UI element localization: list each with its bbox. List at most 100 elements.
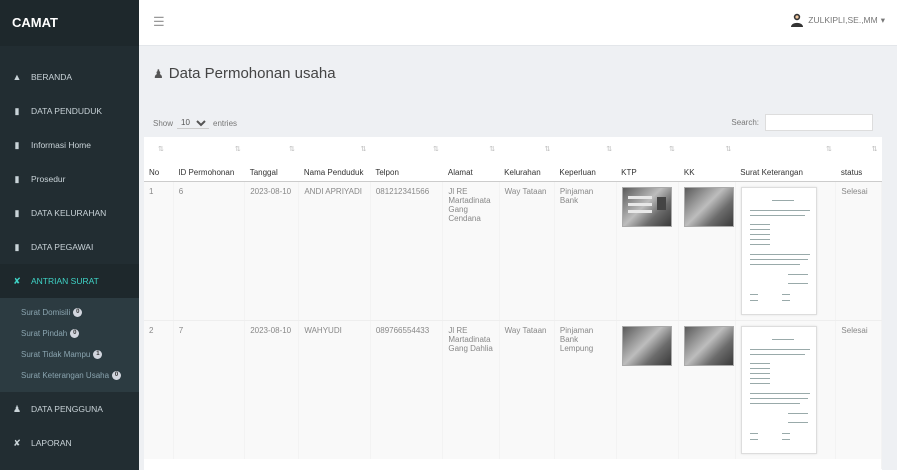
sidebar-item-laporan[interactable]: ✘ LAPORAN: [0, 426, 139, 460]
data-table: No ⇅ ID Permohonan ⇅ Tanggal ⇅ Nama Pendudu…: [144, 137, 882, 469]
cell-surat-keterangan: [735, 320, 837, 459]
cell-telpon: 081212341566: [370, 181, 444, 321]
cell-nama: WAHYUDI: [298, 320, 371, 459]
submenu-surat-domisili[interactable]: Surat Domisili 0: [0, 302, 139, 323]
sort-icon: ⇅: [158, 146, 164, 153]
ktp-image[interactable]: [621, 186, 672, 227]
brand-logo[interactable]: CAMAT: [0, 0, 139, 46]
sidebar-item-label: DATA PENGGUNA: [31, 404, 103, 414]
file-icon: ▮: [14, 139, 20, 150]
sidebar-item-data-kelurahan[interactable]: ▮ DATA KELURAHAN: [0, 196, 139, 230]
show-label: Show: [153, 118, 174, 128]
count-badge: 0: [73, 308, 83, 317]
sidebar-item-beranda[interactable]: ▲ BERANDA: [0, 60, 139, 94]
sidebar-item-data-pegawai[interactable]: ▮ DATA PEGAWAI: [0, 230, 139, 264]
sort-icon: ⇅: [489, 146, 496, 153]
cell-status: Selesai: [835, 181, 882, 321]
page-title: ♟ Data Permohonan usaha: [153, 65, 336, 82]
sort-icon: ⇅: [725, 146, 732, 153]
file-icon: ▮: [14, 173, 20, 184]
submenu-surat-pindah[interactable]: Surat Pindah 0: [0, 323, 139, 344]
sort-icon: ⇅: [826, 146, 832, 153]
sidebar-item-label: BERANDA: [31, 72, 73, 82]
table-row: 1 6 2023-08-10 ANDI APRIYADI 08121234156…: [144, 181, 882, 321]
page-title-text: Data Permohonan usaha: [168, 65, 336, 82]
search-label: Search:: [731, 118, 759, 127]
tools-icon: ✘: [13, 437, 21, 448]
sidebar-item-label: DATA PEGAWAI: [31, 242, 94, 252]
cell-ktp: [616, 181, 680, 321]
sort-icon: ⇅: [871, 146, 878, 153]
cell-telpon: 089766554433: [370, 320, 444, 459]
column-label: KK: [683, 167, 695, 177]
sort-icon: ⇅: [544, 146, 551, 153]
kk-image[interactable]: [684, 325, 735, 366]
cell-alamat: Jl RE Martadinata Gang Cendana: [442, 181, 500, 321]
surat-keterangan-image[interactable]: [740, 186, 817, 315]
table-container: No ⇅ ID Permohonan ⇅ Tanggal ⇅ Nama Pendudu…: [144, 137, 882, 470]
column-header-nama[interactable]: Nama Penduduk ⇅: [298, 137, 371, 182]
sidebar-item-antrian-surat[interactable]: ✘ ANTRIAN SURAT: [0, 264, 139, 298]
cell-kelurahan: Way Tataan: [499, 320, 555, 459]
ktp-image[interactable]: [621, 325, 672, 366]
cell-kelurahan: Way Tataan: [499, 181, 555, 321]
cell-id: 7: [173, 320, 246, 459]
sort-icon: ⇅: [606, 146, 613, 153]
cell-ktp: [616, 320, 680, 459]
column-header-kk[interactable]: KK ⇅: [678, 137, 736, 182]
sidebar: CAMAT ▲ BERANDA ▮ DATA PENDUDUK ▮ Inform…: [0, 0, 139, 470]
sidebar-item-label: DATA PENDUDUK: [31, 106, 103, 116]
column-header-keperluan[interactable]: Keperluan ⇅: [554, 137, 617, 182]
user-menu[interactable]: ZULKIPLI,SE.,MM ▾: [791, 13, 885, 27]
column-header-id[interactable]: ID Permohonan ⇅: [173, 137, 245, 182]
table-header-row: No ⇅ ID Permohonan ⇅ Tanggal ⇅ Nama Pendudu…: [144, 137, 882, 182]
column-label: ID Permohonan: [178, 167, 235, 177]
column-header-surat-keterangan[interactable]: Surat Keterangan ⇅: [735, 137, 836, 182]
cell-id: 6: [173, 181, 246, 321]
column-header-tanggal[interactable]: Tanggal ⇅: [244, 137, 299, 182]
cell-surat-keterangan: [735, 181, 837, 321]
tools-icon: ✘: [13, 275, 21, 286]
file-icon: ▮: [14, 105, 20, 116]
column-header-telpon[interactable]: Telpon ⇅: [370, 137, 443, 182]
cell-kk: [678, 320, 736, 459]
cell-nama: ANDI APRIYADI: [298, 181, 371, 321]
sort-icon: ⇅: [234, 146, 241, 153]
kk-image[interactable]: [684, 186, 735, 227]
users-icon: ♟: [153, 66, 164, 81]
sidebar-item-data-pengguna[interactable]: ♟ DATA PENGGUNA: [0, 392, 139, 426]
column-header-status[interactable]: status ⇅: [835, 137, 882, 182]
file-icon: ▮: [14, 207, 20, 218]
sidebar-submenu: Surat Domisili 0 Surat Pindah 0 Surat Ti…: [0, 298, 139, 392]
surat-keterangan-image[interactable]: [740, 325, 817, 454]
entries-control: Show 10 entries: [153, 117, 237, 129]
cell-keperluan: Pinjaman Bank: [554, 181, 617, 321]
search-input[interactable]: [765, 114, 873, 131]
sidebar-item-informasi-home[interactable]: ▮ Informasi Home: [0, 128, 139, 162]
entries-select[interactable]: 10: [177, 117, 210, 129]
column-header-ktp[interactable]: KTP ⇅: [616, 137, 679, 182]
main-content: ♟ Data Permohonan usaha Show 10 entries …: [139, 47, 897, 470]
file-icon: ▮: [14, 241, 20, 252]
menu-toggle-icon[interactable]: ☰: [153, 14, 165, 30]
sort-icon: ⇅: [288, 146, 295, 153]
user-avatar-icon: [791, 13, 804, 27]
cell-tanggal: 2023-08-10: [244, 181, 300, 321]
submenu-surat-tidak-mampu[interactable]: Surat Tidak Mampu 1: [0, 344, 139, 365]
sidebar-item-data-penduduk[interactable]: ▮ DATA PENDUDUK: [0, 94, 139, 128]
count-badge: 1: [93, 350, 103, 359]
sidebar-nav: ▲ BERANDA ▮ DATA PENDUDUK ▮ Informasi Ho…: [0, 46, 139, 460]
cell-keperluan: Pinjaman Bank Lempung: [554, 320, 617, 459]
column-header-alamat[interactable]: Alamat ⇅: [442, 137, 500, 182]
table-row: 2 7 2023-08-10 WAHYUDI 089766554433 Jl R…: [144, 320, 882, 459]
column-header-no[interactable]: No ⇅: [144, 137, 174, 182]
column-header-kelurahan[interactable]: Kelurahan ⇅: [499, 137, 555, 182]
column-label: Tanggal: [249, 167, 278, 177]
sidebar-item-prosedur[interactable]: ▮ Prosedur: [0, 162, 139, 196]
cell-status: Selesai: [835, 320, 882, 459]
submenu-surat-keterangan-usaha[interactable]: Surat Keterangan Usaha 0: [0, 365, 139, 386]
cell-empty: [144, 458, 882, 469]
sort-icon: ⇅: [669, 146, 675, 153]
cell-no: 2: [144, 320, 174, 459]
column-label: No: [149, 167, 160, 177]
